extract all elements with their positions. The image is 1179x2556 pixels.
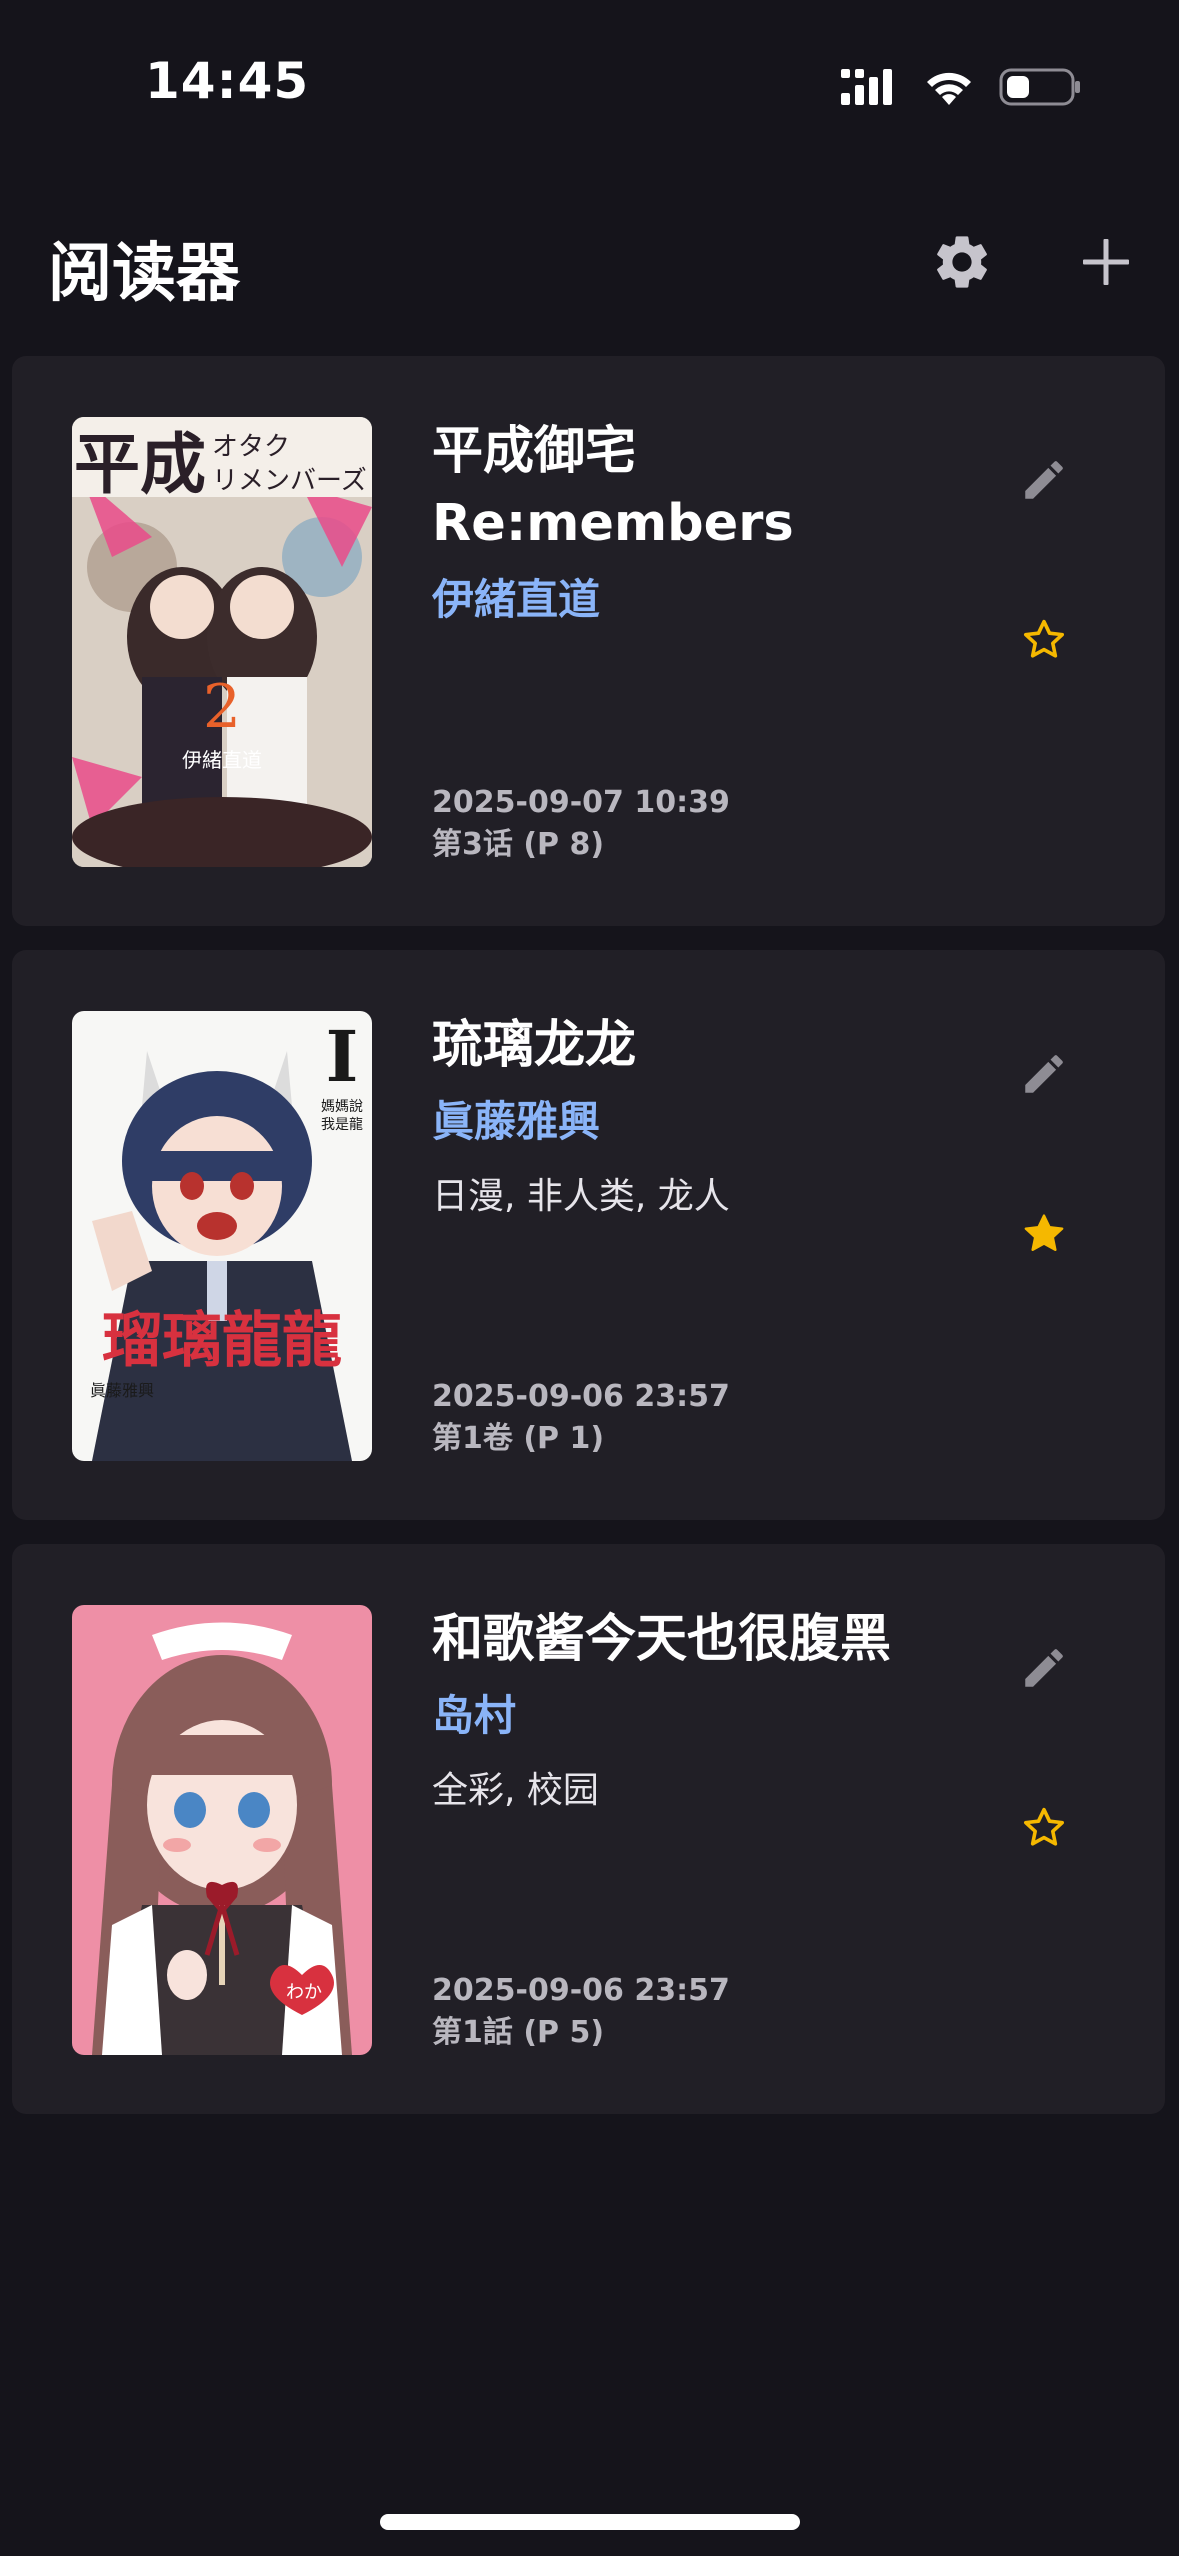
cover-badge: わか bbox=[286, 1982, 322, 2003]
reader-screen: 14:45 阅读器 2 伊緒直道 平成 オタク リメンバーズ 平成御宅 Re:m… bbox=[0, 0, 1179, 2556]
book-progress: 第3话 (P 8) bbox=[432, 827, 605, 862]
book-list: 2 伊緒直道 平成 オタク リメンバーズ 平成御宅 Re:members 伊緒直… bbox=[12, 356, 1165, 2138]
battery-icon bbox=[999, 68, 1080, 106]
book-tags: 日漫, 非人类, 龙人 bbox=[432, 1176, 730, 1217]
book-title: 平成御宅 Re:members bbox=[432, 416, 992, 560]
book-title-line: 平成御宅 bbox=[432, 422, 637, 481]
svg-text:眞藤雅興: 眞藤雅興 bbox=[90, 1381, 154, 1400]
svg-text:2: 2 bbox=[203, 672, 241, 742]
book-progress: 第1卷 (P 1) bbox=[432, 1421, 605, 1456]
status-icons bbox=[839, 62, 1081, 112]
book-author[interactable]: 岛村 bbox=[432, 1686, 992, 1746]
book-cover[interactable]: 2 伊緒直道 平成 オタク リメンバーズ bbox=[72, 417, 372, 867]
book-cover[interactable]: I 媽媽說 我是龍 瑠璃龍龍 眞藤雅興 bbox=[72, 1011, 372, 1461]
book-meta: 2025-09-07 10:39 第3话 (P 8) bbox=[432, 782, 730, 866]
status-bar: 14:45 bbox=[0, 0, 1179, 170]
cover-image: わか bbox=[72, 1605, 372, 2055]
gear-icon bbox=[937, 236, 987, 288]
book-progress: 第1話 (P 5) bbox=[432, 2015, 605, 2050]
star-outline-icon bbox=[1024, 1807, 1064, 1846]
book-meta: 2025-09-06 23:57 第1話 (P 5) bbox=[432, 1970, 730, 2054]
svg-text:オタク: オタク bbox=[212, 432, 290, 462]
status-time: 14:45 bbox=[145, 52, 310, 110]
book-tags: 全彩, 校园 bbox=[432, 1770, 599, 1811]
svg-text:我是龍: 我是龍 bbox=[321, 1116, 363, 1133]
book-cover[interactable]: わか bbox=[72, 1605, 372, 2055]
book-card[interactable]: I 媽媽說 我是龍 瑠璃龍龍 眞藤雅興 琉璃龙龙 眞藤雅興 日漫, 非人类, 龙… bbox=[12, 950, 1165, 1520]
book-author[interactable]: 眞藤雅興 bbox=[432, 1092, 992, 1152]
book-title-line: Re:members bbox=[432, 494, 794, 553]
book-meta: 2025-09-06 23:57 第1卷 (P 1) bbox=[432, 1376, 730, 1460]
page-title: 阅读器 bbox=[48, 237, 240, 311]
cover-volume: I bbox=[326, 1015, 359, 1098]
edit-button[interactable] bbox=[1004, 1628, 1084, 1708]
star-outline-icon bbox=[1024, 619, 1064, 658]
pencil-icon bbox=[1025, 1055, 1063, 1093]
edit-button[interactable] bbox=[1004, 440, 1084, 520]
pencil-icon bbox=[1025, 1649, 1063, 1687]
cover-image: 2 伊緒直道 平成 オタク リメンバーズ bbox=[72, 417, 372, 867]
settings-button[interactable] bbox=[922, 222, 1002, 302]
svg-text:伊緒直道: 伊緒直道 bbox=[182, 748, 262, 772]
edit-button[interactable] bbox=[1004, 1034, 1084, 1114]
book-info: 平成御宅 Re:members 伊緒直道 2025-09-07 10:39 第3… bbox=[432, 416, 992, 866]
cellular-signal-icon bbox=[841, 69, 892, 105]
svg-text:リメンバーズ: リメンバーズ bbox=[212, 466, 367, 496]
add-book-button[interactable] bbox=[1066, 222, 1146, 302]
book-info: 琉璃龙龙 眞藤雅興 日漫, 非人类, 龙人 2025-09-06 23:57 第… bbox=[432, 1010, 992, 1460]
book-card[interactable]: わか 和歌酱今天也很腹黑 岛村 全彩, 校园 2025-09-06 23:57 … bbox=[12, 1544, 1165, 2114]
cover-image: I 媽媽說 我是龍 瑠璃龍龍 眞藤雅興 bbox=[72, 1011, 372, 1461]
wifi-icon bbox=[927, 72, 971, 105]
favorite-button[interactable] bbox=[1004, 1194, 1084, 1274]
book-title: 和歌酱今天也很腹黑 bbox=[432, 1610, 892, 1669]
home-indicator[interactable] bbox=[380, 2514, 800, 2530]
svg-text:媽媽說: 媽媽說 bbox=[321, 1098, 363, 1115]
book-card[interactable]: 2 伊緒直道 平成 オタク リメンバーズ 平成御宅 Re:members 伊緒直… bbox=[12, 356, 1165, 926]
book-updated: 2025-09-06 23:57 bbox=[432, 1973, 730, 2008]
pencil-icon bbox=[1025, 461, 1063, 499]
star-filled-icon bbox=[1024, 1214, 1064, 1251]
book-updated: 2025-09-06 23:57 bbox=[432, 1379, 730, 1414]
cover-title: 平成 bbox=[74, 426, 206, 503]
book-author[interactable]: 伊緒直道 bbox=[432, 570, 992, 630]
plus-icon bbox=[1083, 239, 1129, 285]
favorite-button[interactable] bbox=[1004, 1788, 1084, 1868]
cover-title: 瑠璃龍龍 bbox=[102, 1306, 342, 1376]
app-header: 阅读器 bbox=[0, 200, 1179, 325]
book-info: 和歌酱今天也很腹黑 岛村 全彩, 校园 2025-09-06 23:57 第1話… bbox=[432, 1604, 992, 2054]
favorite-button[interactable] bbox=[1004, 600, 1084, 680]
book-updated: 2025-09-07 10:39 bbox=[432, 785, 730, 820]
book-title: 琉璃龙龙 bbox=[432, 1016, 637, 1075]
